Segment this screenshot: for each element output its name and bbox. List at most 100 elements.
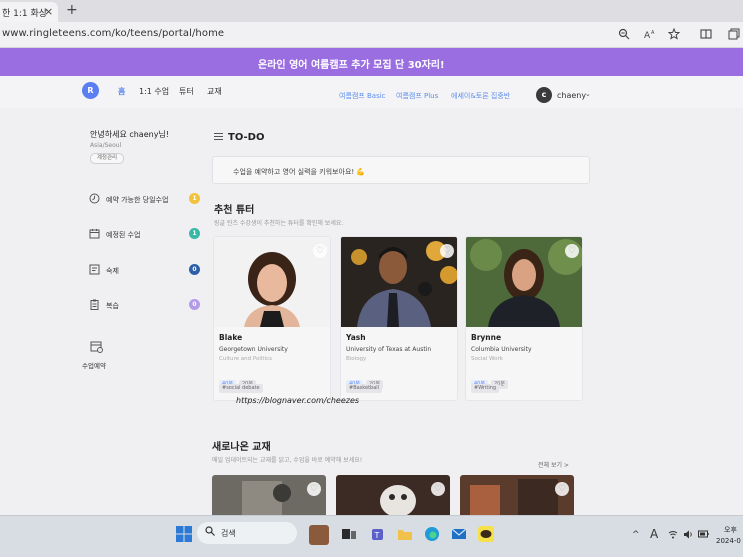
new-materials-title: 새로나온 교재 xyxy=(212,442,271,453)
sidebar-item-scheduled[interactable]: 예정된 수업 1 xyxy=(86,225,200,249)
browser-tab-strip: 한 1:1 화상 × + xyxy=(0,0,743,22)
list-icon xyxy=(214,132,223,144)
timezone-label: Asia/Seoul xyxy=(90,142,122,149)
count-badge: 0 xyxy=(189,264,200,275)
nav-camp-basic[interactable]: 여름캠프 Basic xyxy=(339,91,386,101)
nav-camp-plus[interactable]: 여름캠프 Plus xyxy=(396,91,438,101)
search-icon xyxy=(205,526,215,539)
sidebar-item-label: 예약 가능한 당일수업 xyxy=(106,196,169,204)
taskbar-search[interactable]: 검색 xyxy=(197,522,297,544)
teams-icon[interactable]: T xyxy=(369,525,389,545)
tutor-card-blake[interactable]: ♡ Blake Georgetown University Culture an… xyxy=(213,236,331,401)
split-screen-icon[interactable] xyxy=(699,28,713,42)
interest-tag: #social debate xyxy=(219,384,263,393)
material-card[interactable]: ♡ xyxy=(460,475,574,515)
svg-text:A: A xyxy=(651,30,655,36)
tutor-major: Social Work xyxy=(471,356,503,362)
sidebar-item-label: 숙제 xyxy=(106,267,119,275)
taskbar: 검색 T ^ A 오후 2024-0 xyxy=(0,515,743,557)
recommended-tutors-subtitle: 링글 틴즈 수강생이 추천하는 튜터를 확인해 보세요. xyxy=(214,220,344,227)
greeting: 안녕하세요 chaeny님! xyxy=(90,130,170,139)
tutor-card-yash[interactable]: ♡ Yash University of Texas at Austin Bio… xyxy=(340,236,458,401)
zoom-icon[interactable] xyxy=(617,28,631,42)
svg-text:T: T xyxy=(374,531,380,540)
todo-title: TO-DO xyxy=(228,132,265,143)
todo-box[interactable]: 수업을 예약하고 영어 실력을 키워보아요! 💪 xyxy=(212,156,590,184)
page-content: 안녕하세요 chaeny님! Asia/Seoul 계정관리 예약 가능한 당일… xyxy=(0,108,743,515)
kakaotalk-icon[interactable] xyxy=(477,525,497,545)
sidebar-item-label: 복습 xyxy=(106,302,119,310)
heart-icon[interactable]: ♡ xyxy=(440,244,454,258)
site-header: R 홈 1:1 수업 튜터 교재 여름캠프 Basic 여름캠프 Plus 에세… xyxy=(0,76,743,108)
tutor-photo: ♡ xyxy=(214,237,330,327)
edge-browser-icon[interactable] xyxy=(423,525,443,545)
count-badge: 1 xyxy=(189,193,200,204)
read-aloud-icon[interactable]: AA xyxy=(643,28,657,42)
widget-app-icon[interactable] xyxy=(309,525,329,545)
heart-icon[interactable]: ♡ xyxy=(555,482,569,496)
manage-account-button[interactable]: 계정관리 xyxy=(90,153,124,164)
new-tab-icon[interactable]: + xyxy=(66,2,78,18)
tutor-card-brynne[interactable]: ♡ Brynne Columbia University Social Work… xyxy=(465,236,583,401)
new-materials-subtitle: 매일 업데이트되는 교재를 읽고, 수업을 바로 예약해 보세요! xyxy=(212,457,363,464)
promo-banner[interactable]: 온라인 영어 여름캠프 추가 모집 단 30자리! xyxy=(0,48,743,76)
chevron-up-icon[interactable]: ^ xyxy=(632,530,640,540)
blog-watermark: https://blognaver.com/cheezes xyxy=(236,396,360,405)
ringle-logo[interactable]: R xyxy=(82,82,99,99)
username[interactable]: chaeny xyxy=(557,91,586,100)
tutor-photo: ♡ xyxy=(341,237,457,327)
review-icon xyxy=(88,299,100,311)
heart-icon[interactable]: ♡ xyxy=(431,482,445,496)
clock-time[interactable]: 오후 xyxy=(724,525,737,535)
recommended-tutors-title: 추천 튜터 xyxy=(214,205,255,216)
address-bar: www.ringleteens.com/ko/teens/portal/home… xyxy=(0,22,743,48)
banner-text: 온라인 영어 여름캠프 추가 모집 단 30자리! xyxy=(258,60,445,71)
sidebar: 안녕하세요 chaeny님! Asia/Seoul 계정관리 예약 가능한 당일… xyxy=(78,118,200,498)
nav-home[interactable]: 홈 xyxy=(118,86,125,97)
wifi-icon[interactable] xyxy=(668,530,678,542)
nav-lesson[interactable]: 1:1 수업 xyxy=(139,86,169,97)
chevron-down-icon[interactable]: ⌄ xyxy=(585,90,591,98)
volume-icon[interactable] xyxy=(683,530,693,542)
interest-tag: #Writing xyxy=(471,384,500,393)
search-label: 검색 xyxy=(221,529,236,538)
material-card[interactable]: ♡ xyxy=(336,475,450,515)
favorite-star-icon[interactable] xyxy=(667,27,681,42)
count-badge: 0 xyxy=(189,299,200,310)
nav-tutor[interactable]: 튜터 xyxy=(179,86,194,97)
input-method-icon[interactable]: A xyxy=(650,527,658,541)
tutor-name: Brynne xyxy=(471,333,502,342)
heart-icon[interactable]: ♡ xyxy=(565,244,579,258)
user-avatar[interactable]: c xyxy=(536,87,552,103)
file-explorer-icon[interactable] xyxy=(396,525,416,545)
collections-icon[interactable] xyxy=(727,28,741,42)
sidebar-item-label: 예정된 수업 xyxy=(106,231,141,239)
tutor-university: University of Texas at Austin xyxy=(346,346,432,353)
sidebar-item-homework[interactable]: 숙제 0 xyxy=(86,261,200,285)
tab-title: 한 1:1 화상 xyxy=(2,9,48,19)
url-field[interactable]: www.ringleteens.com/ko/teens/portal/home xyxy=(2,28,224,39)
nav-essay-debate[interactable]: 에세이&토론 집중반 xyxy=(451,91,510,101)
battery-icon[interactable] xyxy=(698,530,709,541)
task-view-icon[interactable] xyxy=(340,525,360,545)
clock-date[interactable]: 2024-0 xyxy=(716,537,741,545)
nav-material[interactable]: 교재 xyxy=(207,86,222,97)
sidebar-item-today-lessons[interactable]: 예약 가능한 당일수업 1 xyxy=(86,190,200,214)
mail-icon[interactable] xyxy=(450,525,470,545)
see-all-link[interactable]: 전체 보기 > xyxy=(538,460,569,469)
tutor-name: Blake xyxy=(219,333,243,342)
interest-tag: #Basketball xyxy=(346,384,383,393)
tutor-university: Georgetown University xyxy=(219,346,288,353)
tutor-major: Biology xyxy=(346,356,367,362)
browser-tab[interactable]: 한 1:1 화상 × xyxy=(0,2,58,22)
close-tab-icon[interactable]: × xyxy=(44,5,53,18)
homework-icon xyxy=(88,264,100,276)
material-card[interactable]: ♡ xyxy=(212,475,326,515)
heart-icon[interactable]: ♡ xyxy=(313,244,327,258)
book-lesson-button[interactable]: 수업예약 xyxy=(82,338,128,378)
heart-icon[interactable]: ♡ xyxy=(307,482,321,496)
sidebar-item-review[interactable]: 복습 0 xyxy=(86,296,200,320)
windows-start-icon[interactable] xyxy=(175,525,195,545)
tutor-name: Yash xyxy=(346,333,366,342)
main-column: TO-DO 수업을 예약하고 영어 실력을 키워보아요! 💪 추천 튜터 링글 … xyxy=(212,108,612,515)
